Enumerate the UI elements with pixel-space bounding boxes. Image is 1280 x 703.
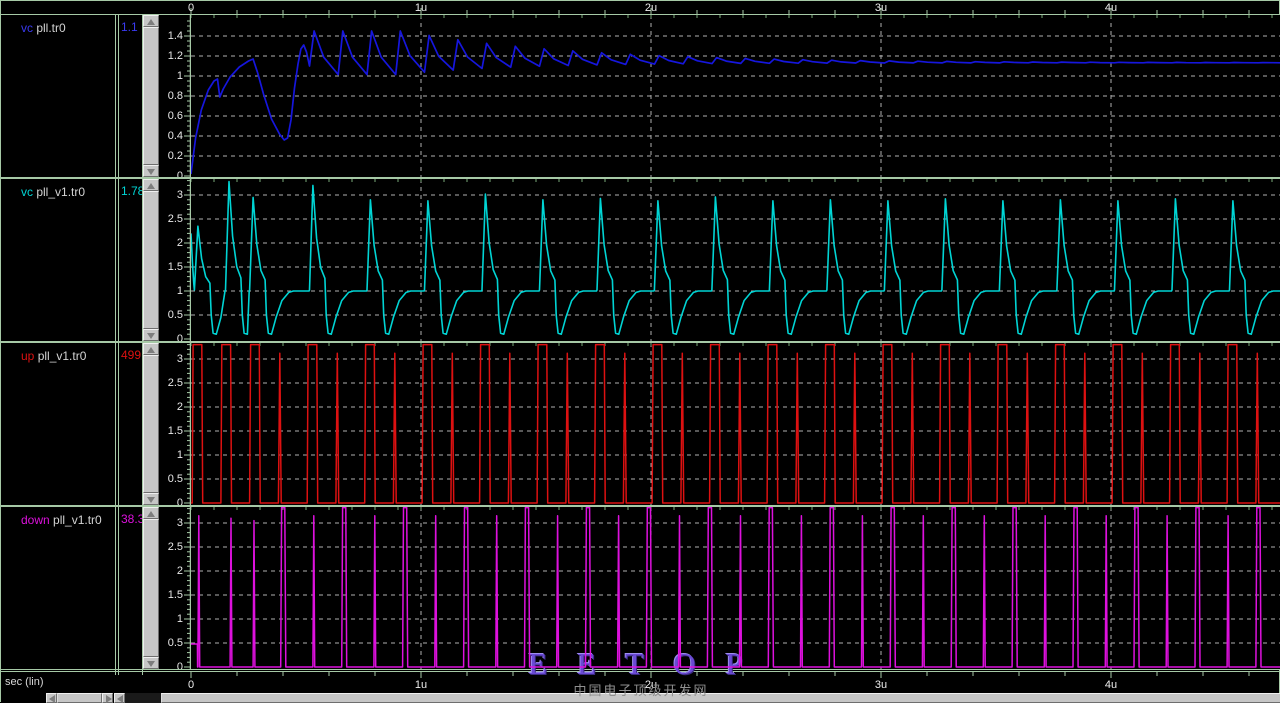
y-tick-label: 2.5	[167, 541, 183, 553]
cursor-value-up: 499	[121, 348, 142, 362]
time-tick-label: 2u	[645, 2, 657, 14]
y-tick-label: 2	[176, 237, 183, 249]
time-tick-label: 4u	[1105, 679, 1117, 691]
cursor-value-down: 38.3	[121, 512, 143, 526]
down-arrow-icon	[147, 497, 155, 503]
signal-prefix: vc	[21, 185, 33, 199]
y-tick-label: 0.8	[167, 90, 183, 102]
signal-label-up[interactable]: up pll_v1.tr0	[21, 349, 86, 363]
column-divider	[142, 15, 143, 675]
waveform-vc-pll	[191, 30, 1280, 175]
time-tick-label: 4u	[1105, 2, 1117, 14]
cursor-value-vc-pll-v1: 1.78	[121, 184, 143, 198]
signal-label-vc-pll-v1[interactable]: vc pll_v1.tr0	[21, 185, 85, 199]
y-axis-labels-up: 3 2.5 2 1.5 1 0.5 0	[157, 343, 183, 509]
up-arrow-icon	[147, 183, 155, 189]
plot-area-vc-pll-v1[interactable]	[191, 179, 1280, 341]
signal-prefix: up	[21, 349, 35, 363]
signal-name: pll_v1.tr0	[53, 513, 102, 527]
time-tick-label: 3u	[875, 2, 887, 14]
eetop-watermark-subtitle: 中国电子顶级开发网	[573, 683, 709, 698]
time-tick-label: 0	[188, 679, 194, 691]
down-arrow-icon	[147, 169, 155, 175]
plot-area-up[interactable]	[191, 343, 1280, 505]
y-tick-label: 1.5	[167, 425, 183, 437]
time-tick-label: 1u	[415, 2, 427, 14]
cursor-value-vc-pll: 1.1	[121, 20, 138, 34]
top-time-axis: 0 1u 2u 3u 4u	[1, 2, 1280, 15]
y-tick-label: 1	[176, 70, 183, 82]
y-tick-label: 0.5	[167, 637, 183, 649]
signal-name: pll_v1.tr0	[36, 185, 86, 199]
time-tick-label: 0	[188, 2, 194, 14]
signal-name: pll_v1.tr0	[37, 349, 87, 363]
y-tick-label: 0.5	[167, 309, 183, 321]
x-axis-unit-label: sec (lin)	[5, 676, 44, 688]
column-divider	[115, 15, 116, 675]
signal-name: pll.tr0	[36, 21, 66, 35]
y-tick-label: 1	[176, 449, 183, 461]
y-tick-label: 1	[176, 613, 183, 625]
time-tick-label: 1u	[415, 679, 427, 691]
y-axis-ruler	[184, 507, 191, 669]
plot-area-down[interactable]	[191, 507, 1280, 669]
y-tick-label: 2.5	[167, 377, 183, 389]
y-tick-label: 0.6	[167, 110, 183, 122]
y-tick-label: 0.2	[167, 150, 183, 162]
y-tick-label: 1.5	[167, 261, 183, 273]
waveform-vc-pll-v1	[191, 180, 1280, 335]
y-tick-label: 3	[176, 189, 183, 201]
y-tick-label: 3	[176, 353, 183, 365]
time-tick-label: 3u	[875, 679, 887, 691]
up-arrow-icon	[147, 19, 155, 25]
up-arrow-icon	[147, 511, 155, 517]
column-divider	[118, 15, 119, 675]
down-arrow-icon	[147, 333, 155, 339]
y-tick-label: 1.5	[167, 589, 183, 601]
down-arrow-icon	[147, 661, 155, 667]
up-arrow-icon	[147, 347, 155, 353]
y-tick-label: 0.5	[167, 473, 183, 485]
y-tick-label: 1.4	[167, 30, 183, 42]
y-axis-labels-vc-pll: 1.4 1.2 1 0.8 0.6 0.4 0.2 0	[157, 15, 183, 182]
y-axis-ruler	[184, 15, 191, 177]
signal-prefix: down	[21, 513, 50, 527]
y-tick-label: 1	[176, 285, 183, 297]
y-tick-label: 1.2	[167, 50, 183, 62]
signal-label-vc-pll[interactable]: vc pll.tr0	[21, 21, 66, 35]
signal-label-down[interactable]: down pll_v1.tr0	[21, 513, 102, 527]
plot-area-vc-pll[interactable]	[191, 15, 1280, 177]
signal-prefix: vc	[21, 21, 33, 35]
waveform-viewer-window: 0 1u 2u 3u 4u E E T O P 中国电子顶级开发网 vc pll.tr0…	[0, 0, 1280, 703]
y-tick-label: 3	[176, 517, 183, 529]
y-axis-ruler	[184, 179, 191, 341]
y-axis-labels-vc-pll-v1: 3 2.5 2 1.5 1 0.5 0	[157, 179, 183, 345]
y-tick-label: 2.5	[167, 213, 183, 225]
y-tick-label: 0.4	[167, 130, 183, 142]
y-axis-ruler	[184, 343, 191, 505]
y-tick-label: 2	[176, 565, 183, 577]
y-tick-label: 2	[176, 401, 183, 413]
y-axis-labels-down: 3 2.5 2 1.5 1 0.5 0	[157, 507, 183, 673]
